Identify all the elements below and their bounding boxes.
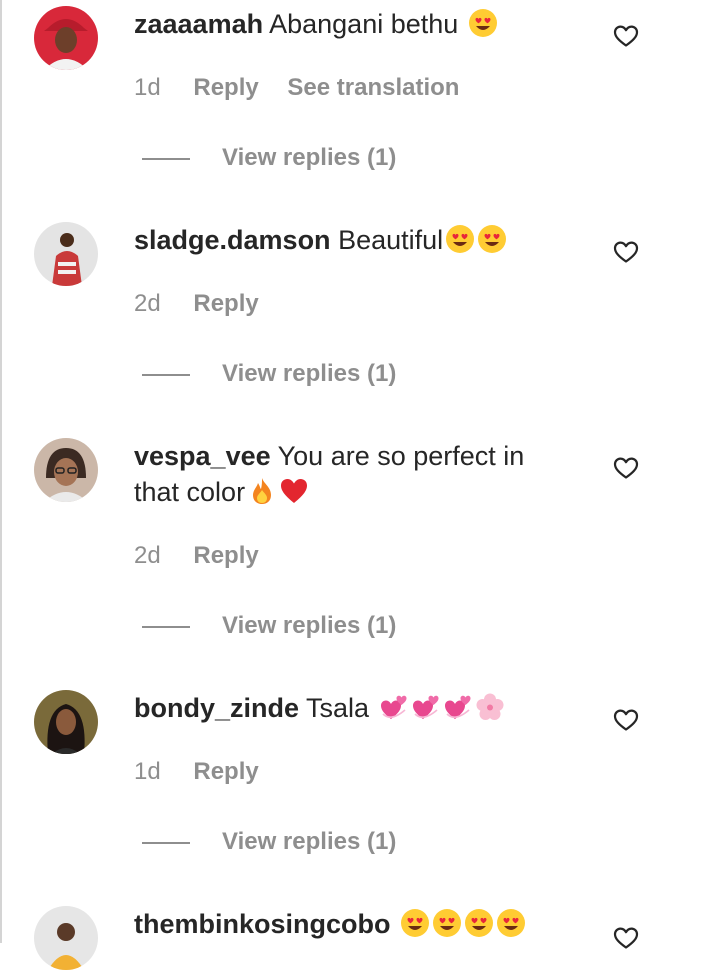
heart-outline-icon[interactable]: [613, 456, 639, 480]
comment-text: vespa_vee You are so perfect in that col…: [134, 438, 554, 510]
fire-emoji: [247, 476, 277, 506]
revolving-hearts-emoji: [411, 692, 441, 722]
reply-button[interactable]: Reply: [193, 290, 258, 317]
comment-text: sladge.damson Beautiful: [134, 222, 554, 258]
comment-time: 1d: [134, 74, 161, 101]
comment-text: bondy_zinde Tsala: [134, 690, 554, 726]
avatar[interactable]: [34, 690, 98, 754]
comment-time: 2d: [134, 290, 161, 317]
heart-eyes-emoji: [445, 224, 475, 254]
comment-body: Tsala: [306, 693, 370, 723]
view-replies-button[interactable]: View replies (1): [142, 612, 396, 640]
comments-feed: zaaaamah Abangani bethu 1d Reply See tra…: [0, 0, 720, 970]
comment-text: thembinkosingcobo: [134, 906, 554, 942]
view-replies-button[interactable]: View replies (1): [142, 144, 396, 172]
view-replies-label: View replies (1): [222, 612, 397, 639]
see-translation-button[interactable]: See translation: [287, 74, 459, 101]
comment-meta: 1d Reply: [134, 758, 281, 786]
avatar[interactable]: [34, 6, 98, 70]
heart-eyes-emoji: [468, 8, 498, 38]
heart-eyes-emoji: [496, 908, 526, 938]
heart-eyes-emoji: [400, 908, 430, 938]
reply-button[interactable]: Reply: [193, 758, 258, 785]
comment-username[interactable]: zaaaamah: [134, 9, 263, 39]
comment-username[interactable]: thembinkosingcobo: [134, 909, 391, 939]
cherry-blossom-emoji: [475, 692, 505, 722]
avatar[interactable]: [34, 222, 98, 286]
red-heart-emoji: [279, 476, 309, 506]
heart-outline-icon[interactable]: [613, 240, 639, 264]
view-replies-label: View replies (1): [222, 360, 397, 387]
replies-divider: [142, 625, 190, 628]
heart-eyes-emoji: [464, 908, 494, 938]
comment-username[interactable]: sladge.damson: [134, 225, 331, 255]
comment-meta: 2d Reply: [134, 290, 281, 318]
comment-meta: 2d Reply: [134, 542, 281, 570]
heart-outline-icon[interactable]: [613, 24, 639, 48]
replies-divider: [142, 841, 190, 844]
replies-divider: [142, 157, 190, 160]
reply-button[interactable]: Reply: [193, 542, 258, 569]
view-replies-label: View replies (1): [222, 828, 397, 855]
revolving-hearts-emoji: [379, 692, 409, 722]
comment-username[interactable]: bondy_zinde: [134, 693, 299, 723]
comment-meta: 1d Reply See translation: [134, 74, 481, 102]
view-replies-button[interactable]: View replies (1): [142, 828, 396, 856]
comment-body: Abangani bethu: [269, 9, 459, 39]
heart-eyes-emoji: [477, 224, 507, 254]
heart-outline-icon[interactable]: [613, 926, 639, 950]
avatar[interactable]: [34, 438, 98, 502]
comment-time: 1d: [134, 758, 161, 785]
view-replies-button[interactable]: View replies (1): [142, 360, 396, 388]
replies-divider: [142, 373, 190, 376]
heart-eyes-emoji: [432, 908, 462, 938]
comment-text: zaaaamah Abangani bethu: [134, 6, 554, 42]
comment-username[interactable]: vespa_vee: [134, 441, 271, 471]
revolving-hearts-emoji: [443, 692, 473, 722]
view-replies-label: View replies (1): [222, 144, 397, 171]
reply-button[interactable]: Reply: [193, 74, 258, 101]
avatar[interactable]: [34, 906, 98, 970]
comment-time: 2d: [134, 542, 161, 569]
comment-body: Beautiful: [338, 225, 444, 255]
heart-outline-icon[interactable]: [613, 708, 639, 732]
